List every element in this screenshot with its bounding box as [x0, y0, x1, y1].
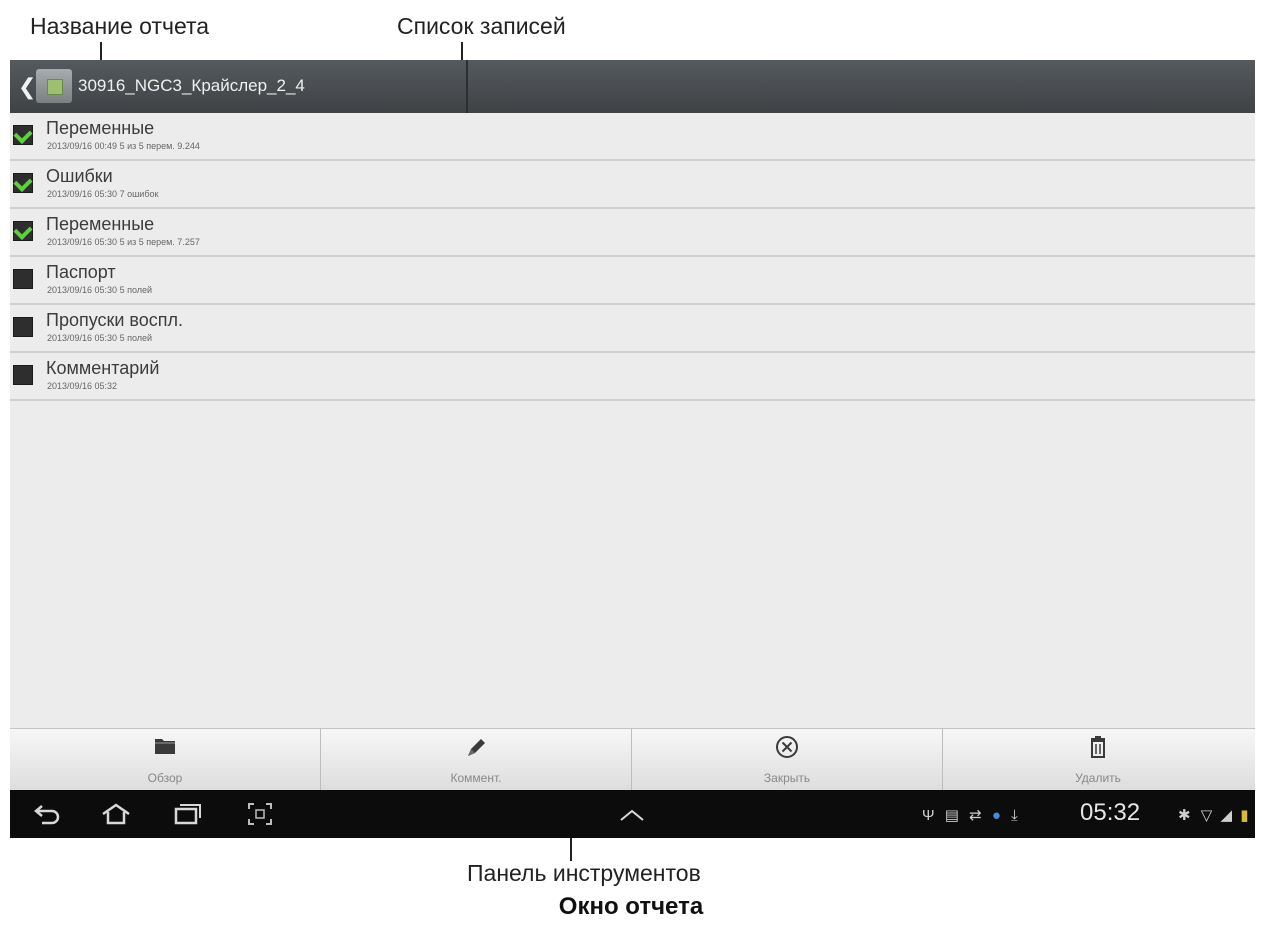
record-subtitle: 2013/09/16 05:30 5 полей: [47, 285, 153, 295]
home-icon[interactable]: [100, 802, 132, 826]
wifi-icon: ▽: [1200, 807, 1213, 824]
list-item[interactable]: Переменные 2013/09/16 00:49 5 из 5 перем…: [10, 113, 1255, 161]
signal-icon: ◢: [1220, 807, 1233, 824]
figure-caption: Окно отчета: [558, 893, 704, 920]
checkbox[interactable]: [13, 269, 33, 289]
close-button[interactable]: Закрыть: [632, 729, 943, 791]
status-system-icons: ✱ ▽ ◢ ▮: [1178, 806, 1248, 824]
status-time: 05:32: [1080, 799, 1141, 826]
record-title: Паспорт: [46, 262, 116, 282]
action-bar: ❮ 30916_NGC3_Крайслер_2_4: [10, 60, 1255, 113]
list-item[interactable]: Комментарий 2013/09/16 05:32: [10, 353, 1255, 401]
delete-label: Удалить: [1075, 771, 1121, 785]
status-notification-icons: Ψ ▤ ⇄ ● ⤓: [922, 806, 1018, 824]
annotation-record-list: Список записей: [397, 13, 566, 39]
checkbox[interactable]: [13, 365, 33, 385]
record-subtitle: 2013/09/16 00:49 5 из 5 перем. 9.244: [47, 141, 200, 151]
record-subtitle: 2013/09/16 05:30 5 полей: [47, 333, 153, 343]
system-nav-bar: Ψ ▤ ⇄ ● ⤓ 05:32 ✱ ▽ ◢ ▮: [10, 790, 1255, 838]
record-subtitle: 2013/09/16 05:30 5 из 5 перем. 7.257: [47, 237, 200, 247]
recent-apps-icon[interactable]: [172, 802, 202, 826]
list-item[interactable]: Паспорт 2013/09/16 05:30 5 полей: [10, 257, 1255, 305]
record-subtitle: 2013/09/16 05:30 7 ошибок: [47, 189, 159, 199]
browse-label: Обзор: [147, 771, 183, 785]
comment-button[interactable]: Коммент.: [321, 729, 632, 791]
annotation-report-name: Название отчета: [30, 13, 210, 39]
checkbox[interactable]: [13, 173, 33, 193]
record-title: Комментарий: [46, 358, 160, 378]
back-icon[interactable]: [32, 802, 62, 826]
record-title: Пропуски воспл.: [46, 310, 184, 330]
list-item[interactable]: Пропуски воспл. 2013/09/16 05:30 5 полей: [10, 305, 1255, 353]
report-window: ❮ 30916_NGC3_Крайслер_2_4 Переменные 201…: [10, 60, 1255, 838]
close-circle-icon: [776, 736, 798, 758]
close-label: Закрыть: [763, 771, 811, 785]
screenshot-icon[interactable]: [247, 802, 273, 826]
report-title: 30916_NGC3_Крайслер_2_4: [78, 76, 305, 95]
comment-label: Коммент.: [450, 771, 502, 785]
scanner-device-icon[interactable]: [36, 69, 72, 103]
bluetooth-icon: ✱: [1178, 807, 1191, 824]
list-item[interactable]: Ошибки 2013/09/16 05:30 7 ошибок: [10, 161, 1255, 209]
record-title: Переменные: [46, 118, 155, 138]
download-icon: ⤓: [1011, 807, 1018, 824]
chevron-up-icon[interactable]: [617, 806, 647, 826]
browse-button[interactable]: Обзор: [10, 729, 321, 791]
record-title: Ошибки: [46, 166, 113, 186]
battery-icon: ▮: [1240, 807, 1249, 824]
record-title: Переменные: [46, 214, 155, 234]
pen-icon: [468, 739, 485, 756]
chevron-left-icon[interactable]: ❮: [18, 74, 36, 100]
checkbox[interactable]: [13, 317, 33, 337]
delete-button[interactable]: Удалить: [943, 729, 1253, 791]
annotation-toolbar: Панель инструментов: [467, 860, 701, 886]
record-list: Переменные 2013/09/16 00:49 5 из 5 перем…: [10, 113, 1255, 401]
record-subtitle: 2013/09/16 05:32: [47, 381, 118, 391]
sd-card-icon: ▤: [944, 807, 959, 824]
usb-icon: Ψ: [922, 807, 935, 824]
checkbox[interactable]: [13, 125, 33, 145]
list-item[interactable]: Переменные 2013/09/16 05:30 5 из 5 перем…: [10, 209, 1255, 257]
checkbox[interactable]: [13, 221, 33, 241]
app-notification-icon: ●: [991, 807, 1001, 824]
trash-icon: [1091, 736, 1105, 758]
folder-icon: [155, 739, 175, 754]
toolbar: Обзор Коммент. Закрыть Удалить: [10, 728, 1255, 791]
sync-icon: ⇄: [969, 807, 982, 824]
tab-divider: [466, 60, 468, 113]
